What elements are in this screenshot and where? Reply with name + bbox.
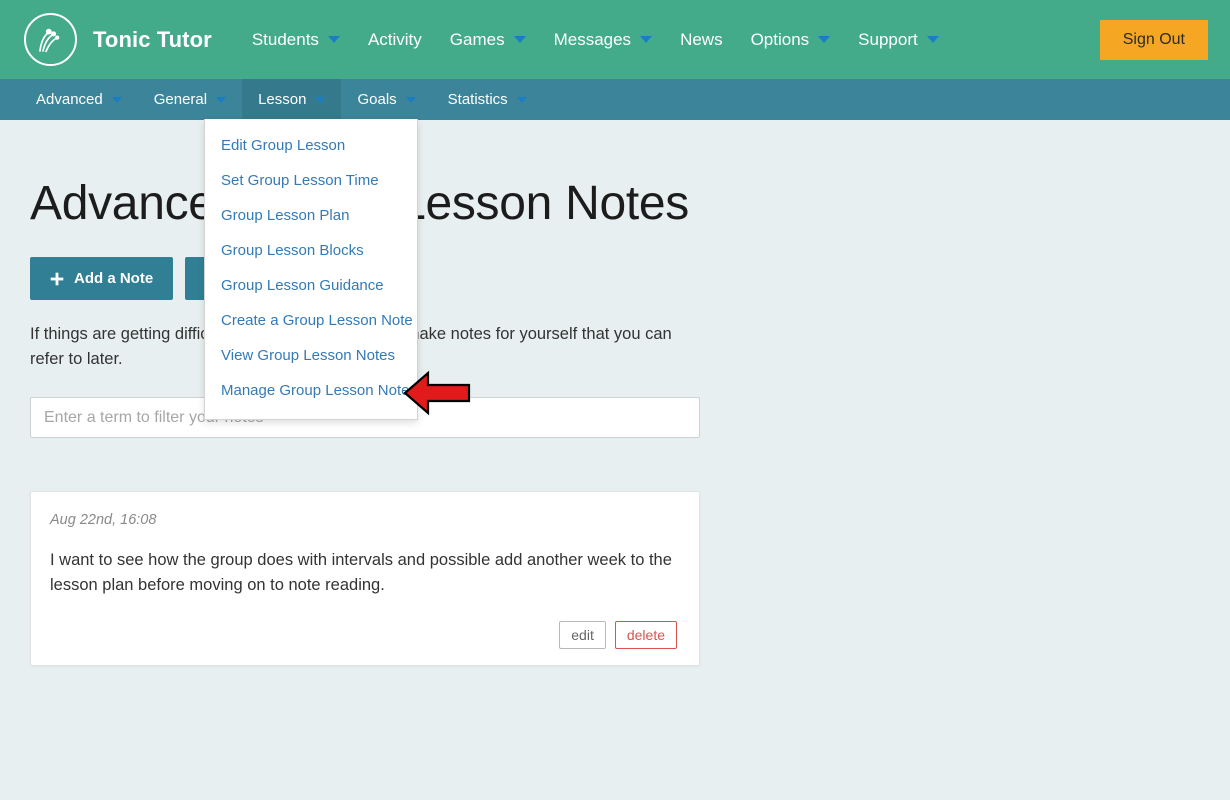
secondary-nav-bar: Advanced General Lesson Goals Statistics	[0, 79, 1230, 120]
dropdown-item-group-lesson-guidance[interactable]: Group Lesson Guidance	[205, 268, 417, 303]
nav-label: Options	[750, 29, 810, 49]
nav-label: Games	[449, 29, 505, 49]
note-body-text: I want to see how the group does with in…	[50, 551, 672, 594]
nav-item-options[interactable]: Options	[737, 22, 845, 58]
nav-label: Activity	[367, 29, 422, 49]
note-action-row: edit delete	[50, 621, 677, 649]
nav-label: Support	[858, 29, 918, 49]
subnav-label: Statistics	[447, 91, 508, 108]
primary-nav: Students Activity Games Messages News Op…	[238, 22, 1100, 58]
note-timestamp: Aug 22nd, 16:08	[50, 512, 157, 528]
subnav-item-goals[interactable]: Goals	[341, 79, 431, 120]
chevron-down-icon	[216, 96, 227, 103]
subnav-item-statistics[interactable]: Statistics	[432, 79, 543, 120]
delete-note-button[interactable]: delete	[614, 621, 677, 649]
subnav-item-lesson[interactable]: Lesson	[242, 79, 342, 120]
edit-note-button[interactable]: edit	[559, 621, 606, 649]
plus-icon	[50, 272, 64, 285]
dropdown-item-edit-group-lesson[interactable]: Edit Group Lesson	[205, 128, 417, 163]
chevron-down-icon	[327, 36, 340, 43]
subnav-label: Advanced	[36, 91, 103, 108]
chevron-down-icon	[926, 36, 939, 43]
button-label: Add a Note	[74, 270, 154, 287]
tonic-tutor-circle-logo-icon[interactable]	[24, 13, 77, 66]
brand-name[interactable]: Tonic Tutor	[93, 27, 212, 53]
chevron-down-icon	[111, 96, 122, 103]
subnav-label: General	[153, 91, 208, 108]
nav-item-activity[interactable]: Activity	[354, 22, 436, 58]
dropdown-item-group-lesson-blocks[interactable]: Group Lesson Blocks	[205, 233, 417, 268]
subnav-label: Lesson	[258, 91, 307, 108]
chevron-down-icon	[818, 36, 831, 43]
chevron-down-icon	[315, 96, 326, 103]
top-header-bar: Tonic Tutor Students Activity Games Mess…	[0, 0, 1230, 79]
dropdown-item-create-group-lesson-note[interactable]: Create a Group Lesson Note	[205, 303, 417, 338]
nav-label: Students	[251, 29, 319, 49]
sign-out-button[interactable]: Sign Out	[1099, 19, 1208, 60]
dropdown-item-set-group-lesson-time[interactable]: Set Group Lesson Time	[205, 163, 417, 198]
chevron-down-icon	[640, 36, 653, 43]
chevron-down-icon	[516, 96, 527, 103]
nav-label: News	[680, 29, 723, 49]
main-content: Advanced Group Lesson Notes Add a Note E…	[0, 176, 1230, 666]
lesson-dropdown-menu: Edit Group Lesson Set Group Lesson Time …	[204, 119, 418, 420]
dropdown-item-manage-group-lesson-notes[interactable]: Manage Group Lesson Notes	[205, 373, 417, 408]
dropdown-item-view-group-lesson-notes[interactable]: View Group Lesson Notes	[205, 338, 417, 373]
subnav-item-advanced[interactable]: Advanced	[20, 79, 138, 120]
chevron-down-icon	[405, 96, 416, 103]
nav-item-messages[interactable]: Messages	[540, 22, 666, 58]
note-card: Aug 22nd, 16:08 I want to see how the gr…	[30, 491, 700, 666]
subnav-label: Goals	[357, 91, 397, 108]
nav-label: Messages	[553, 29, 632, 49]
chevron-down-icon	[513, 36, 526, 43]
subnav-item-general[interactable]: General	[138, 79, 242, 120]
nav-item-games[interactable]: Games	[436, 22, 540, 58]
nav-item-news[interactable]: News	[666, 22, 737, 58]
dropdown-item-group-lesson-plan[interactable]: Group Lesson Plan	[205, 198, 417, 233]
nav-item-support[interactable]: Support	[844, 22, 953, 58]
add-a-note-button[interactable]: Add a Note	[30, 257, 174, 300]
nav-item-students[interactable]: Students	[238, 22, 354, 58]
